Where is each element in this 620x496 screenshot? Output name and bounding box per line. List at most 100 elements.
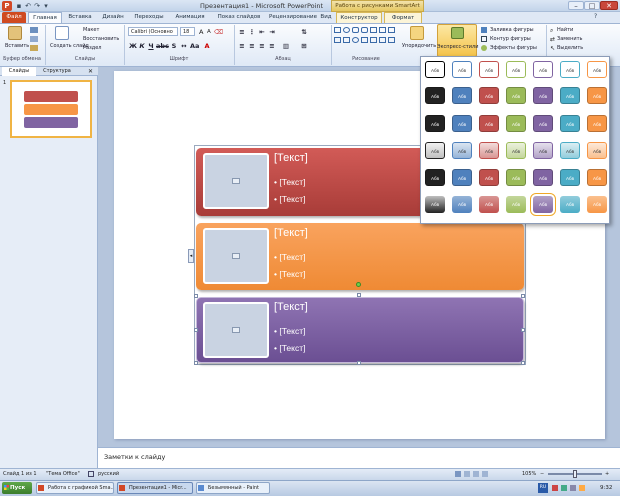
style-swatch[interactable]: Абв <box>452 169 472 186</box>
copy-icon[interactable] <box>30 36 38 42</box>
style-swatch[interactable]: Абв <box>506 169 526 186</box>
style-swatch[interactable]: Абв <box>479 196 499 213</box>
align-right-icon[interactable]: ≡ <box>258 42 266 50</box>
underline-icon[interactable]: Ч <box>147 42 155 50</box>
tab-animation[interactable]: Анимация <box>170 12 210 23</box>
row-title[interactable]: [Текст] <box>274 301 308 313</box>
format-painter-icon[interactable] <box>30 45 38 51</box>
row-title[interactable]: [Текст] <box>274 227 308 239</box>
layout-button[interactable]: Макет <box>83 27 99 33</box>
sorter-view-icon[interactable] <box>464 471 470 477</box>
maximize-button[interactable]: □ <box>584 1 600 10</box>
resize-handle[interactable] <box>521 361 525 365</box>
shape-oval-icon[interactable] <box>352 37 359 43</box>
row-bullet[interactable]: • [Текст] <box>274 343 305 353</box>
bold-icon[interactable]: Ж <box>129 42 137 50</box>
reading-view-icon[interactable] <box>473 471 479 477</box>
notes-pane[interactable]: Заметки к слайду <box>98 447 620 468</box>
shape-more-icon[interactable] <box>388 37 395 43</box>
strikethrough-icon[interactable]: abc <box>156 42 169 50</box>
style-swatch[interactable]: Абв <box>425 87 445 104</box>
style-swatch[interactable]: Абв <box>533 61 553 78</box>
tab-constructor[interactable]: Конструктор <box>336 12 382 23</box>
replace-button[interactable]: Заменить <box>557 36 583 42</box>
taskbar-item-smartart[interactable]: Работа с графикой Sma... <box>36 482 114 494</box>
paste-button[interactable]: Вставить <box>5 43 29 49</box>
shape-brace-icon[interactable] <box>370 37 377 43</box>
style-swatch[interactable]: Абв <box>506 115 526 132</box>
style-swatch[interactable]: Абв <box>506 61 526 78</box>
style-swatch[interactable]: Абв <box>479 87 499 104</box>
save-icon[interactable]: ▪ <box>15 2 23 10</box>
zoom-out-icon[interactable]: − <box>540 472 544 477</box>
style-swatch[interactable]: Абв <box>479 142 499 159</box>
spacing-icon[interactable]: ↔ <box>180 42 188 50</box>
cut-icon[interactable] <box>30 27 38 33</box>
style-swatch[interactable]: Абв <box>425 115 445 132</box>
tab-slideshow[interactable]: Показ слайдов <box>212 12 266 23</box>
row-title[interactable]: [Текст] <box>274 152 308 164</box>
row-bullet[interactable]: • [Текст] <box>274 252 305 262</box>
text-direction-icon[interactable]: ⇅ <box>300 28 308 36</box>
row-bullet[interactable]: • [Текст] <box>274 326 305 336</box>
style-swatch[interactable]: Абв <box>452 142 472 159</box>
style-swatch[interactable]: Абв <box>452 87 472 104</box>
style-swatch[interactable]: Абв <box>533 87 553 104</box>
reset-button[interactable]: Восстановить <box>83 36 119 42</box>
find-button[interactable]: Найти <box>557 27 573 33</box>
align-center-icon[interactable]: ≡ <box>248 42 256 50</box>
shape-rounded-icon[interactable] <box>352 27 359 33</box>
shrink-font-icon[interactable]: A <box>207 29 211 35</box>
select-button[interactable]: Выделить <box>557 45 583 51</box>
shadow-icon[interactable]: S <box>170 42 178 50</box>
shape-arrow-icon[interactable] <box>388 27 395 33</box>
font-size-combo[interactable]: 18 <box>180 27 195 36</box>
style-swatch[interactable]: Абв <box>479 61 499 78</box>
style-swatch[interactable]: Абв <box>560 169 580 186</box>
tray-icon[interactable] <box>552 485 558 491</box>
style-swatch[interactable]: Абв <box>479 115 499 132</box>
style-swatch[interactable]: Абв <box>452 196 472 213</box>
style-swatch[interactable]: Абв <box>452 115 472 132</box>
style-swatch[interactable]: Абв <box>587 87 607 104</box>
shape-star-icon[interactable] <box>361 37 368 43</box>
resize-handle[interactable] <box>357 293 361 297</box>
taskbar-item-paint[interactable]: Безымянный - Paint <box>196 482 270 494</box>
resize-handle[interactable] <box>194 294 198 298</box>
shape-callout-icon[interactable] <box>343 37 350 43</box>
tray-icon[interactable] <box>561 485 567 491</box>
tab-home[interactable]: Главная <box>28 12 62 23</box>
redo-icon[interactable]: ↷ <box>33 2 41 10</box>
shape-rectangle-icon[interactable] <box>334 27 341 33</box>
arrange-button[interactable]: Упорядочить <box>402 43 436 49</box>
resize-handle[interactable] <box>194 328 198 332</box>
minimize-button[interactable]: – <box>568 1 584 10</box>
style-swatch[interactable]: Абв <box>533 115 553 132</box>
row-bullet[interactable]: • [Текст] <box>274 177 305 187</box>
change-case-icon[interactable]: Aa <box>190 42 199 50</box>
zoom-level[interactable]: 105% <box>522 468 536 480</box>
slideshow-view-icon[interactable] <box>482 471 488 477</box>
font-color-icon[interactable]: A <box>203 42 211 50</box>
normal-view-icon[interactable] <box>455 471 461 477</box>
convert-smartart-icon[interactable]: ⊞ <box>300 42 308 50</box>
resize-handle[interactable] <box>521 294 525 298</box>
tray-icon[interactable] <box>579 485 585 491</box>
section-button[interactable]: Раздел <box>83 45 101 51</box>
style-swatch[interactable]: Абв <box>425 61 445 78</box>
numbering-icon[interactable]: ⋮ <box>248 28 256 36</box>
style-swatch[interactable]: Абв <box>560 61 580 78</box>
shape-rounded-icon[interactable] <box>361 27 368 33</box>
style-swatch[interactable]: Абв <box>425 142 445 159</box>
style-swatch[interactable]: Абв <box>533 142 553 159</box>
style-swatch[interactable]: Абв <box>560 87 580 104</box>
tab-transitions[interactable]: Переходы <box>130 12 168 23</box>
shape-line-icon[interactable] <box>379 27 386 33</box>
powerpoint-icon[interactable]: P <box>2 1 12 11</box>
taskbar-item-powerpoint[interactable]: Презентация1 - Micr... <box>117 482 193 494</box>
tab-design[interactable]: Дизайн <box>98 12 128 23</box>
resize-handle[interactable] <box>521 328 525 332</box>
resize-handle[interactable] <box>194 361 198 365</box>
zoom-in-icon[interactable]: + <box>605 472 609 477</box>
tab-review[interactable]: Рецензирование <box>268 12 318 23</box>
